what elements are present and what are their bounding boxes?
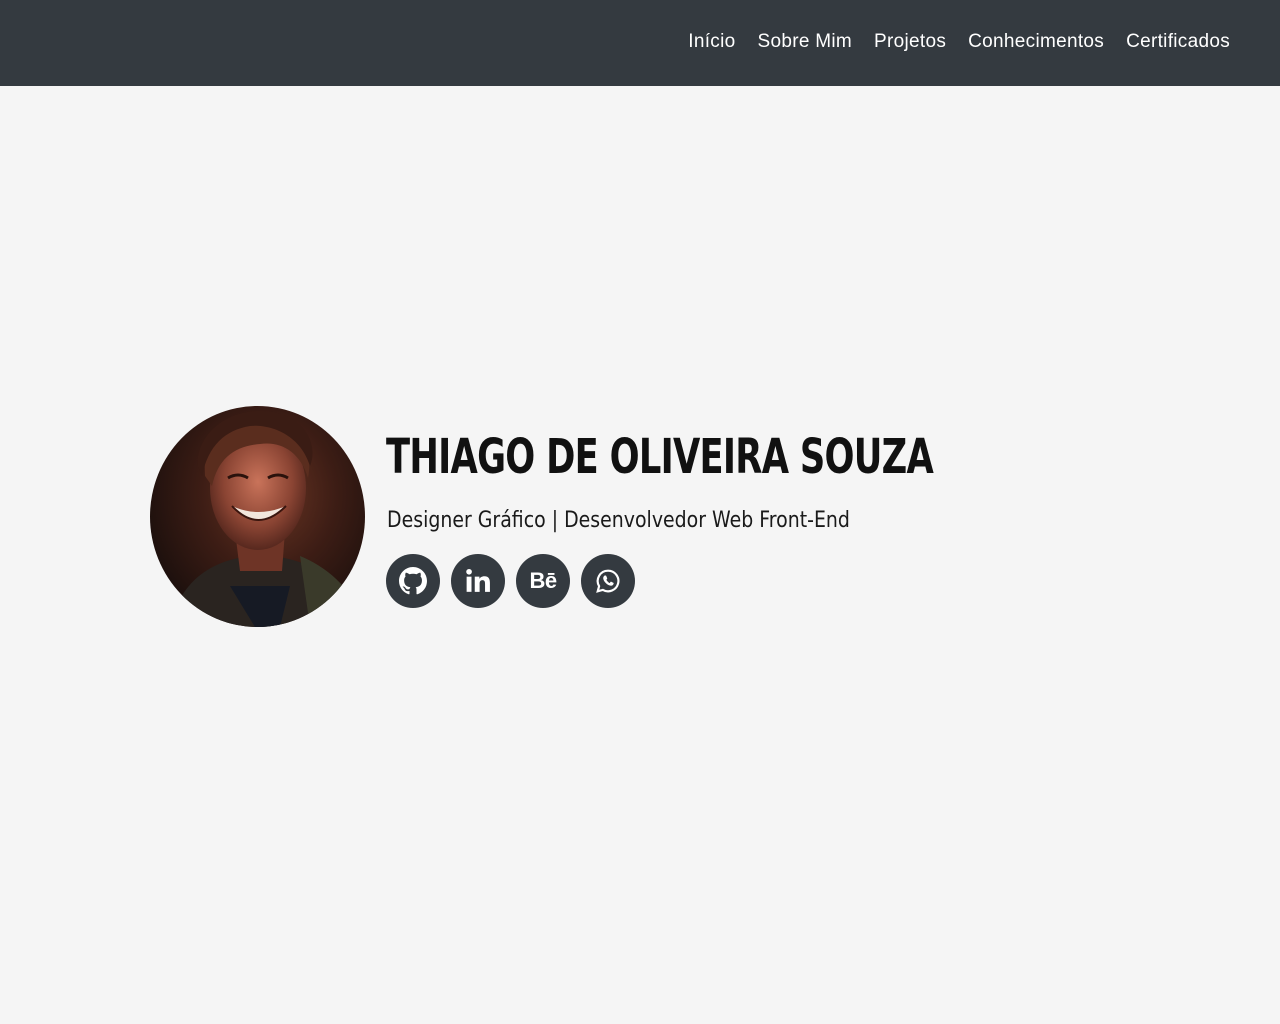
profile-photo-illustration [170, 411, 365, 627]
github-link[interactable] [386, 554, 440, 608]
behance-link[interactable]: Bē [516, 554, 570, 608]
social-links: Bē [386, 554, 635, 608]
profile-photo [150, 406, 365, 627]
profile-subtitle: Designer Gráfico | Desenvolvedor Web Fro… [387, 508, 850, 533]
main-nav: Início Sobre Mim Projetos Conhecimentos … [688, 0, 1230, 84]
profile-name: THIAGO DE OLIVEIRA SOUZA [386, 429, 934, 485]
top-navbar: Início Sobre Mim Projetos Conhecimentos … [0, 0, 1280, 86]
behance-icon: Bē [529, 568, 557, 593]
nav-link-conhecimentos[interactable]: Conhecimentos [968, 31, 1104, 53]
nav-link-certificados[interactable]: Certificados [1126, 31, 1230, 53]
linkedin-link[interactable] [451, 554, 505, 608]
whatsapp-link[interactable] [581, 554, 635, 608]
nav-link-inicio[interactable]: Início [688, 31, 735, 53]
whatsapp-icon [596, 569, 620, 593]
nav-link-sobre-mim[interactable]: Sobre Mim [757, 31, 852, 53]
linkedin-icon [466, 568, 490, 592]
hero-section: THIAGO DE OLIVEIRA SOUZA Designer Gráfic… [150, 406, 1150, 628]
github-icon [399, 567, 427, 595]
nav-link-projetos[interactable]: Projetos [874, 31, 946, 53]
